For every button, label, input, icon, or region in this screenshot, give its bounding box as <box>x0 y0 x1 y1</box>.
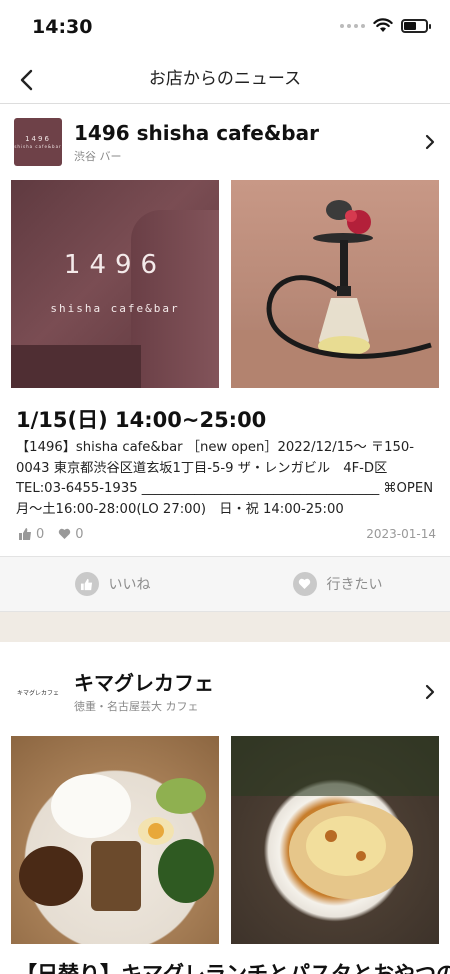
signal-icon <box>340 23 365 28</box>
thumbs-up-icon <box>19 528 31 540</box>
shop-logo: キマグレカフェ <box>14 668 62 716</box>
shop-location-category: 渋谷 バー <box>74 149 122 163</box>
post-photo-hookah[interactable] <box>231 180 439 388</box>
page-title: お店からのニュース <box>148 69 302 89</box>
post-separator <box>0 612 450 642</box>
photo-brand-title: 1496 <box>63 250 167 280</box>
like-button[interactable]: いいね <box>0 557 225 611</box>
nav-bar: お店からのニュース <box>0 56 450 104</box>
shop-name: キマグレカフェ <box>74 670 214 695</box>
status-icons <box>340 18 431 33</box>
shop-header-kimagure[interactable]: キマグレカフェ キマグレカフェ 徳重・名古屋芸大 カフェ <box>0 654 450 730</box>
want-to-go-label: 行きたい <box>326 577 383 593</box>
post-title: 1/15(日) 14:00~25:00 <box>16 408 267 432</box>
heart-icon <box>292 572 317 596</box>
post-meta: 0 0 2023-01-14 <box>0 520 450 548</box>
gratin-illustration <box>231 736 439 899</box>
heart-icon <box>59 528 71 539</box>
chevron-left-icon <box>20 69 33 91</box>
post-photos: 1496 shisha cafe&bar <box>0 180 450 388</box>
battery-icon <box>401 18 431 33</box>
want-to-go-button[interactable]: 行きたい <box>225 557 450 611</box>
post-photos <box>0 736 450 944</box>
chevron-right-icon <box>425 684 435 700</box>
shop-header-1496[interactable]: 1496 shisha cafe&bar 1496 shisha cafe&ba… <box>0 104 450 180</box>
post-body: 【1496】shisha cafe&bar ［new open］2022/12/… <box>16 440 434 517</box>
post-actions: いいね 行きたい <box>0 556 450 612</box>
chevron-right-icon <box>425 134 435 150</box>
shop-logo: 1496 shisha cafe&bar <box>14 118 62 166</box>
shop-name: 1496 shisha cafe&bar <box>74 120 319 145</box>
like-count: 0 <box>18 527 44 542</box>
want-count: 0 <box>58 527 84 542</box>
post-photo-gratin[interactable] <box>231 736 439 944</box>
thumbs-up-icon <box>74 572 99 596</box>
post-date: 2023-01-14 <box>366 527 436 541</box>
wifi-icon <box>373 18 393 32</box>
post-photo-lunch-plate[interactable] <box>11 736 219 944</box>
photo-brand-subtitle: shisha cafe&bar <box>50 302 180 315</box>
post-photo-sofa[interactable]: 1496 shisha cafe&bar <box>11 180 219 388</box>
status-bar: 14:30 <box>0 0 450 56</box>
lunch-plate-illustration <box>19 774 214 911</box>
post-title: 【日替り】キマグレランチとパスタとおやつの <box>16 962 450 974</box>
status-time: 14:30 <box>32 16 93 38</box>
back-button[interactable] <box>8 62 44 98</box>
shop-location-category: 徳重・名古屋芸大 カフェ <box>74 699 199 713</box>
like-button-label: いいね <box>108 577 151 593</box>
hookah-illustration <box>231 200 439 388</box>
